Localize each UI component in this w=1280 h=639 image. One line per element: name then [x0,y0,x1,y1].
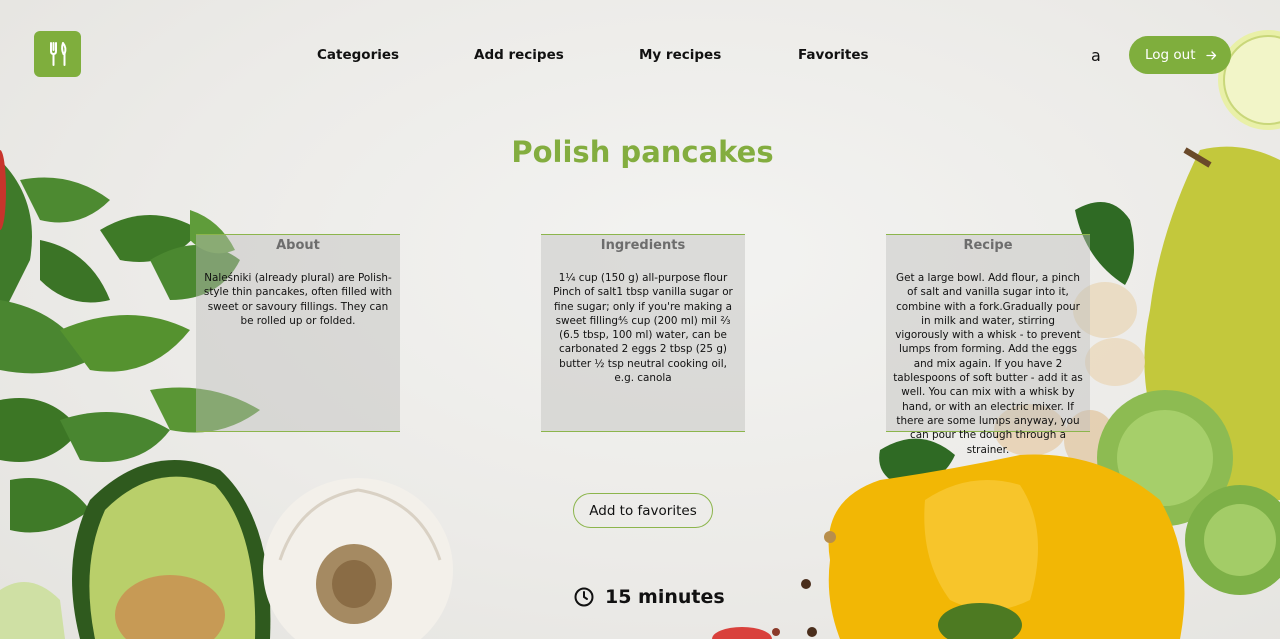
logout-label: Log out [1145,47,1196,63]
ingredients-heading: Ingredients [600,238,686,253]
recipe-card: Recipe Get a large bowl. Add flour, a pi… [886,234,1090,456]
nav-add-recipes[interactable]: Add recipes [474,47,564,63]
nav-my-recipes[interactable]: My recipes [639,47,721,63]
cooking-time: 15 minutes [573,586,725,608]
about-card: About Naleśniki (already plural) are Pol… [196,234,400,432]
add-to-favorites-button[interactable]: Add to favorites [573,493,713,528]
ingredients-card: Ingredients 1¼ cup (150 g) all-purpose f… [541,234,745,432]
main-nav: Categories Add recipes My recipes Favori… [0,47,1280,67]
cooking-time-text: 15 minutes [605,586,725,608]
nav-categories[interactable]: Categories [317,47,399,63]
about-text: Naleśniki (already plural) are Polish-st… [203,272,393,327]
clock-icon [574,587,594,607]
arrow-right-icon [1205,50,1216,60]
about-heading: About [276,238,320,253]
garlic-image [263,478,453,639]
nav-favorites[interactable]: Favorites [798,47,869,63]
user-name: a [1091,46,1101,65]
ingredients-text: 1¼ cup (150 g) all-purpose flour Pinch o… [553,272,733,385]
recipe-heading: Recipe [963,238,1013,253]
yellow-pepper-image [828,454,1185,639]
logout-button[interactable]: Log out [1129,36,1231,74]
recipe-title: Polish pancakes [511,135,774,169]
recipe-text: Get a large bowl. Add flour, a pinch of … [893,272,1083,456]
